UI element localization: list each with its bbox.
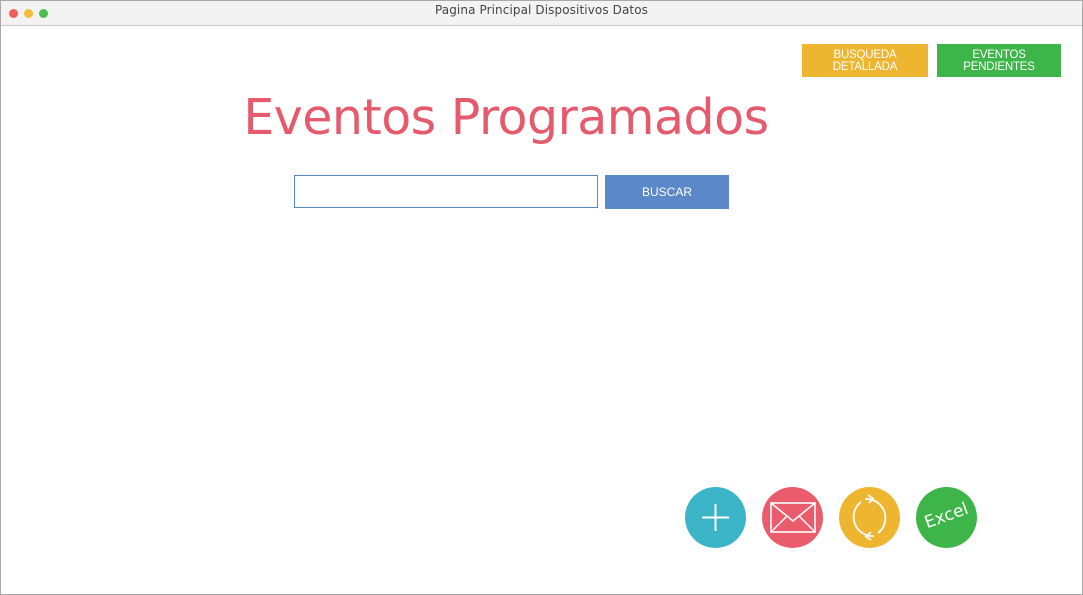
email-button[interactable] <box>762 487 823 548</box>
pending-events-button[interactable]: EVENTOS PENDIENTES <box>937 44 1061 77</box>
excel-label: Excel <box>921 498 972 534</box>
search-button[interactable]: BUSCAR <box>605 175 729 209</box>
refresh-icon <box>852 494 887 541</box>
envelope-icon <box>770 502 816 533</box>
window-title: Pagina Principal Dispositivos Datos <box>434 3 649 17</box>
detailed-search-button[interactable]: BUSQUEDA DETALLADA <box>802 44 928 77</box>
excel-export-button[interactable]: Excel <box>916 487 977 548</box>
page-title: Eventos Programados <box>243 89 769 146</box>
refresh-button[interactable] <box>839 487 900 548</box>
plus-icon <box>702 504 729 531</box>
add-button[interactable] <box>685 487 746 548</box>
title-bar: Pagina Principal Dispositivos Datos <box>1 1 1082 26</box>
app-window: Pagina Principal Dispositivos Datos BUSQ… <box>0 0 1083 595</box>
search-input[interactable] <box>294 175 598 208</box>
